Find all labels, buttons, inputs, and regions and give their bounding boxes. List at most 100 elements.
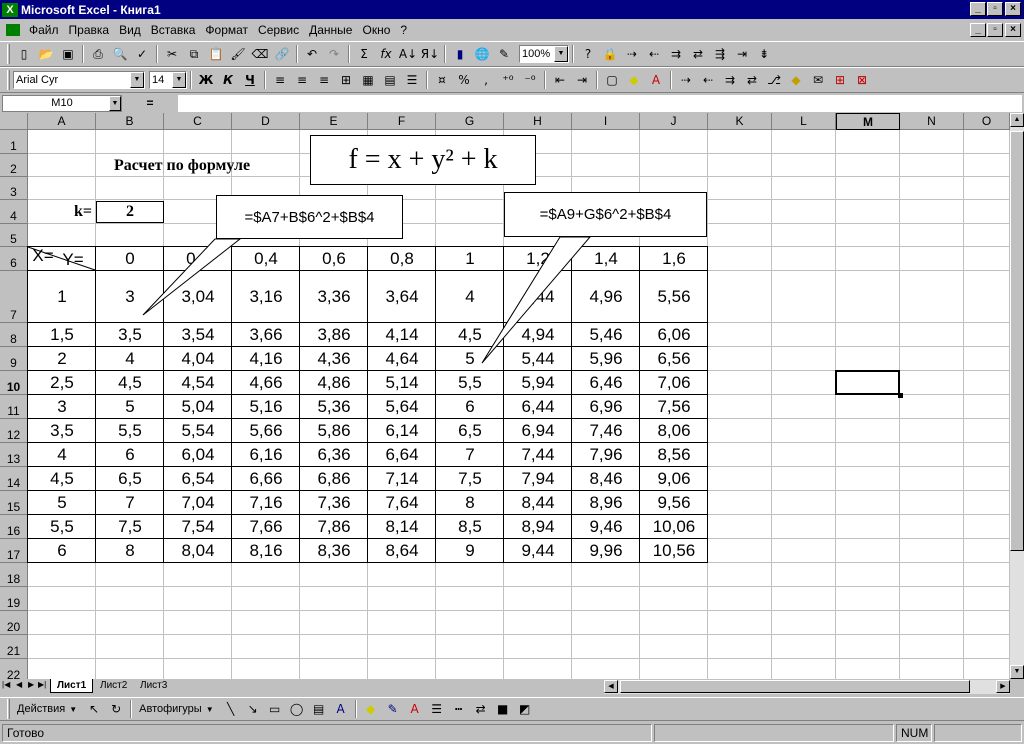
table-cell[interactable]: 7,86 [300,515,368,539]
row-header-19[interactable]: 19 [0,587,28,611]
x-value-cell[interactable]: 4,5 [28,467,96,491]
column-header-A[interactable]: A [28,113,96,130]
table-cell[interactable]: 5,54 [164,419,232,443]
table-cell[interactable]: 5,86 [300,419,368,443]
trace-error-icon[interactable]: ⇶ [709,43,731,65]
row-header-4[interactable]: 4 [0,200,28,224]
vertical-scrollbar[interactable]: ▲ ▼ [1010,113,1024,683]
table-cell[interactable]: 7 [436,443,504,467]
redo-icon[interactable]: ↷ [323,43,345,65]
save-icon[interactable]: ▣ [57,43,79,65]
spelling-icon[interactable]: ✓ [131,43,153,65]
menu-insert[interactable]: Вставка [146,23,201,37]
horizontal-scrollbar[interactable]: ◀ ▶ [604,680,1010,694]
menu-tools[interactable]: Сервис [253,23,304,37]
table-cell[interactable]: 7,54 [164,515,232,539]
decrease-decimal-icon[interactable]: ⁻⁰ [519,69,541,91]
table-cell[interactable]: 5,94 [504,371,572,395]
tab-scroll-last-icon[interactable]: ▶| [38,680,46,689]
row-header-18[interactable]: 18 [0,563,28,587]
table-cell[interactable]: 7,96 [572,443,640,467]
table-cell[interactable]: 4,14 [368,323,436,347]
paste-icon[interactable]: 📋 [205,43,227,65]
row-header-21[interactable]: 21 [0,635,28,659]
shadow-icon[interactable]: ■ [492,698,514,720]
formula-equals-sign[interactable]: = [122,96,178,110]
grid-icon[interactable]: ▦ [357,69,379,91]
toolbar-grip[interactable] [7,699,10,719]
table-cell[interactable]: 3,66 [232,323,300,347]
table-cell[interactable]: 8 [96,539,164,563]
x-value-cell[interactable]: 3 [28,395,96,419]
table-cell[interactable]: 5,14 [368,371,436,395]
table-cell[interactable]: 7,66 [232,515,300,539]
scroll-left-icon[interactable]: ◀ [604,680,618,693]
chevron-down-icon[interactable]: ▼ [69,705,77,714]
excel-app-icon[interactable]: X [2,2,18,17]
table-cell[interactable]: 4,5 [96,371,164,395]
chevron-down-icon[interactable]: ▼ [206,705,214,714]
table-cell[interactable]: 8,16 [232,539,300,563]
align-left-icon[interactable]: ≡ [269,69,291,91]
merge-center-icon[interactable]: ⊞ [335,69,357,91]
worksheet-grid[interactable]: A B C D E F G H I J K L M N O 1 2 3 4 5 6 7 8 9 10 11 12 13 14 15 16 17… [0,113,1010,683]
table-cell[interactable]: 5,66 [232,419,300,443]
line-color-icon[interactable]: ✎ [382,698,404,720]
toolbar-grip[interactable] [7,70,10,90]
table-cell[interactable]: 3,16 [232,271,300,323]
menu-format[interactable]: Формат [200,23,253,37]
row-header-12[interactable]: 12 [0,419,28,443]
table-cell[interactable]: 5,5 [96,419,164,443]
doc-close-button[interactable]: × [1005,23,1021,37]
warning-icon[interactable]: ◆ [785,69,807,91]
underline-button[interactable]: Ч [239,69,261,91]
table-cell[interactable]: 7,36 [300,491,368,515]
table-cell[interactable]: 8,44 [504,491,572,515]
column-header-N[interactable]: N [900,113,964,130]
font-select[interactable]: Arial Cyr ▼ [13,71,145,89]
protect-icon[interactable]: 🔒 [599,43,621,65]
table-cell[interactable]: 8,94 [504,515,572,539]
callout-formula-1[interactable]: =$A7+B$6^2+$B$4 [216,195,403,239]
doc-minimize-button[interactable]: _ [970,23,986,37]
table-cell[interactable]: 6,5 [436,419,504,443]
row-header-2[interactable]: 2 [0,154,28,177]
table-cell[interactable]: 3,36 [300,271,368,323]
print-preview-icon[interactable]: 🔍 [109,43,131,65]
table-cell[interactable]: 7,5 [96,515,164,539]
trace-dependents-icon[interactable]: ⇉ [665,43,687,65]
scroll-right-icon[interactable]: ▶ [996,680,1010,693]
table-cell[interactable]: 6,14 [368,419,436,443]
table-cell[interactable]: 5,96 [572,347,640,371]
table-cell[interactable]: 7,14 [368,467,436,491]
clear-arrows-icon[interactable]: ⊞ [829,69,851,91]
table-cell[interactable]: 8,46 [572,467,640,491]
table-cell[interactable]: 5,16 [232,395,300,419]
maximize-button[interactable]: ▫ [987,2,1003,16]
table-cell[interactable]: 5,64 [368,395,436,419]
scroll-down-icon[interactable]: ▼ [1010,665,1024,679]
table-cell[interactable]: 6,54 [164,467,232,491]
table-cell[interactable]: 7,94 [504,467,572,491]
column-header-B[interactable]: B [96,113,164,130]
table-cell[interactable]: 6 [96,443,164,467]
table-cell[interactable]: 6,06 [640,323,708,347]
font-size-select[interactable]: 14 ▼ [149,71,187,89]
table-cell[interactable]: 6,86 [300,467,368,491]
align-right-icon[interactable]: ≡ [313,69,335,91]
menu-view[interactable]: Вид [114,23,146,37]
table-cell[interactable]: 6,36 [300,443,368,467]
hyperlink-icon[interactable]: 🔗 [271,43,293,65]
table-cell[interactable]: 8,56 [640,443,708,467]
column-header-I[interactable]: I [572,113,640,130]
table-cell[interactable]: 6 [436,395,504,419]
circle-invalid-icon[interactable]: ⇟ [753,43,775,65]
decrease-indent-icon[interactable]: ⇤ [549,69,571,91]
table-cell[interactable]: 7 [96,491,164,515]
help-icon[interactable]: ? [577,43,599,65]
column-header-D[interactable]: D [232,113,300,130]
table-cell[interactable]: 6,5 [96,467,164,491]
table-cell[interactable]: 7,06 [640,371,708,395]
fill-color-icon[interactable]: ◆ [360,698,382,720]
x-value-cell[interactable]: 1 [28,271,96,323]
